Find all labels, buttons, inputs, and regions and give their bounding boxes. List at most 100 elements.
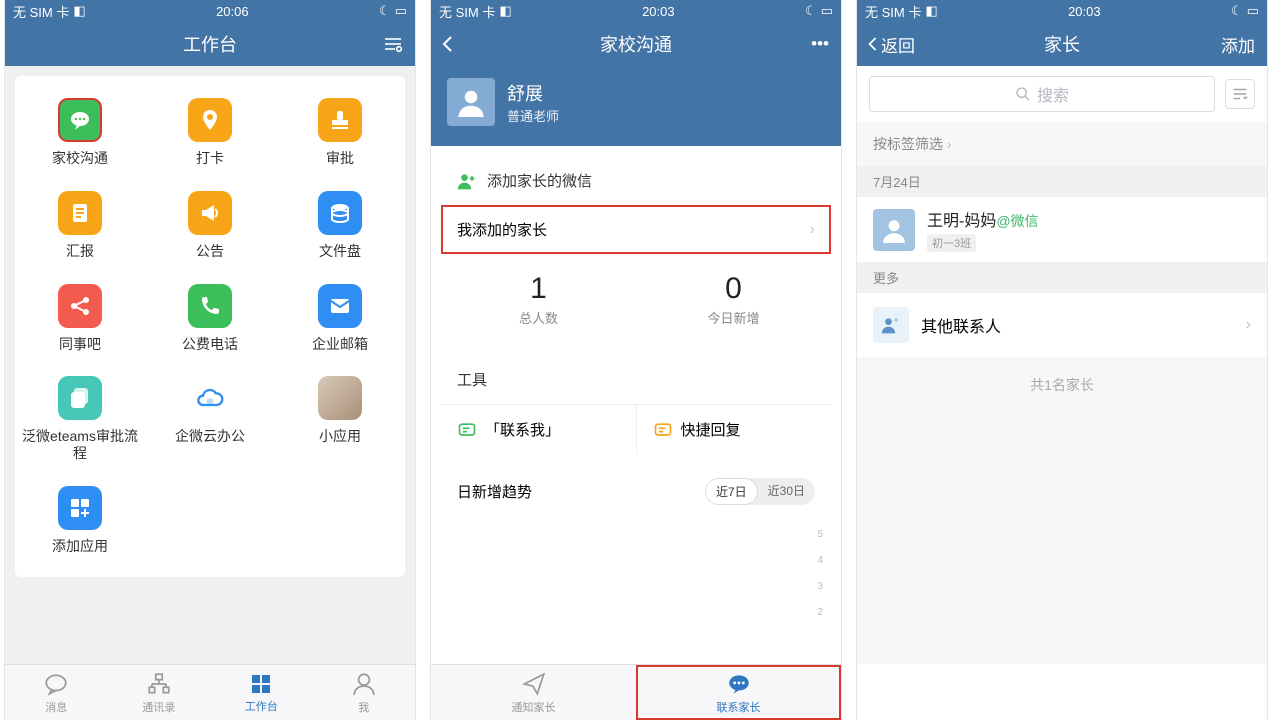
- sort-icon[interactable]: [1225, 79, 1255, 109]
- copy-icon: [58, 376, 102, 420]
- status-time: 20:03: [642, 4, 675, 19]
- filter-by-tag-row[interactable]: 按标签筛选 ›: [857, 122, 1267, 166]
- nav-bar: 家校沟通 •••: [431, 22, 841, 66]
- app-label: 同事吧: [59, 336, 101, 353]
- trend-header: 日新增趋势 近7日近30日: [441, 464, 831, 519]
- stat-总人数: 1总人数: [441, 272, 636, 327]
- app-share[interactable]: 同事吧: [15, 272, 145, 365]
- app-disk[interactable]: 文件盘: [275, 179, 405, 272]
- seg-近30日[interactable]: 近30日: [758, 478, 815, 505]
- tool-icon: [457, 420, 477, 440]
- img-icon: [318, 376, 362, 420]
- user-icon: [351, 671, 377, 697]
- app-pin[interactable]: 打卡: [145, 86, 275, 179]
- phone-icon: [188, 284, 232, 328]
- app-stamp[interactable]: 审批: [275, 86, 405, 179]
- chevron-right-icon: ›: [810, 221, 815, 239]
- tab-通知家长[interactable]: 通知家长: [431, 665, 636, 720]
- bottom-tabs: 通知家长联系家长: [431, 664, 841, 720]
- stat-今日新增: 0今日新增: [636, 272, 831, 327]
- back-button[interactable]: [441, 34, 455, 54]
- wifi-icon: ◧: [499, 3, 511, 19]
- tab-联系家长[interactable]: 联系家长: [636, 665, 841, 720]
- total-count: 共1名家长: [857, 357, 1267, 413]
- disk-icon: [318, 191, 362, 235]
- tools-header: 工具: [441, 355, 831, 404]
- add-button[interactable]: 添加: [1221, 32, 1255, 57]
- range-segment: 近7日近30日: [705, 478, 815, 505]
- app-horn[interactable]: 公告: [145, 179, 275, 272]
- my-added-parents-row[interactable]: 我添加的家长 ›: [441, 205, 831, 254]
- pin-icon: [188, 98, 232, 142]
- status-bar: 无 SIM 卡◧ 20:06 ☾▭: [5, 0, 415, 22]
- app-phone[interactable]: 公费电话: [145, 272, 275, 365]
- app-add[interactable]: 添加应用: [15, 474, 145, 567]
- app-mail[interactable]: 企业邮箱: [275, 272, 405, 365]
- tab-消息[interactable]: 消息: [5, 665, 108, 720]
- wechat-tag: @微信: [996, 213, 1038, 229]
- back-button[interactable]: 返回: [867, 32, 915, 57]
- date-group-header: 7月24日: [857, 166, 1267, 197]
- other-contacts-row[interactable]: 其他联系人 ›: [857, 293, 1267, 357]
- screen-parents: 无 SIM 卡◧ 20:03 ☾▭ 返回 家长 添加 搜索 按标签筛选 › 7月…: [856, 0, 1268, 720]
- stamp-icon: [318, 98, 362, 142]
- add-user-icon: [457, 171, 477, 191]
- battery-icon: ▭: [1247, 3, 1259, 19]
- app-img[interactable]: 小应用: [275, 364, 405, 474]
- wifi-icon: ◧: [925, 3, 937, 19]
- more-group-header: 更多: [857, 262, 1267, 293]
- tab-通讯录[interactable]: 通讯录: [108, 665, 211, 720]
- trend-chart: 5432: [441, 519, 831, 639]
- tab-我[interactable]: 我: [313, 665, 416, 720]
- moon-icon: ☾: [1231, 3, 1243, 19]
- app-chat[interactable]: 家校沟通: [15, 86, 145, 179]
- page-title: 家校沟通: [600, 31, 672, 57]
- app-label: 审批: [326, 150, 354, 167]
- tab-bar: 消息通讯录工作台我: [5, 664, 415, 720]
- nav-bar: 工作台: [5, 22, 415, 66]
- workbench-body: 家校沟通打卡 审批汇报公告文件盘同事吧 公费电话 企业邮箱泛微eteams审批流程企微…: [5, 66, 415, 664]
- contact-class: 初一3班: [927, 234, 976, 252]
- profile-header: 舒展 普通老师: [431, 66, 841, 146]
- moon-icon: ☾: [805, 3, 817, 19]
- tool-0[interactable]: 「联系我」: [441, 405, 636, 454]
- chat-f-icon: [726, 671, 752, 697]
- stats-row: 1总人数0今日新增: [441, 254, 831, 345]
- seg-近7日[interactable]: 近7日: [705, 478, 758, 505]
- app-label: 打卡: [196, 150, 224, 167]
- send-icon: [521, 671, 547, 697]
- app-label: 小应用: [319, 428, 361, 445]
- page-title: 家长: [1044, 31, 1080, 57]
- app-label: 公费电话: [182, 336, 238, 353]
- settings-icon[interactable]: [383, 34, 403, 54]
- chat-o-icon: [43, 671, 69, 697]
- screen-workbench: 无 SIM 卡◧ 20:06 ☾▭ 工作台 家校沟通打卡 审批汇报公告文件盘同事吧…: [4, 0, 416, 720]
- app-cloud[interactable]: 企微云办公: [145, 364, 275, 474]
- cloud-icon: [188, 376, 232, 420]
- search-row: 搜索: [857, 66, 1267, 122]
- org-icon: [146, 671, 172, 697]
- tool-icon: [653, 420, 673, 440]
- tool-1[interactable]: 快捷回复: [636, 405, 832, 454]
- battery-icon: ▭: [821, 3, 833, 19]
- screen-school-comm: 无 SIM 卡◧ 20:03 ☾▭ 家校沟通 ••• 舒展 普通老师 添加家长的…: [430, 0, 842, 720]
- search-input[interactable]: 搜索: [869, 76, 1215, 112]
- app-label: 企业邮箱: [312, 336, 368, 353]
- status-time: 20:06: [216, 4, 249, 19]
- add-parent-wechat-row[interactable]: 添加家长的微信: [441, 156, 831, 205]
- app-doc[interactable]: 汇报: [15, 179, 145, 272]
- horn-icon: [188, 191, 232, 235]
- avatar: [873, 209, 915, 251]
- tab-工作台[interactable]: 工作台: [210, 665, 313, 720]
- avatar: [447, 78, 495, 126]
- doc-icon: [58, 191, 102, 235]
- chat-icon: [58, 98, 102, 142]
- status-bar: 无 SIM 卡◧ 20:03 ☾▭: [431, 0, 841, 22]
- more-icon[interactable]: •••: [811, 34, 829, 54]
- grid-icon: [249, 672, 273, 696]
- contact-name: 王明-妈妈: [927, 213, 996, 230]
- app-copy[interactable]: 泛微eteams审批流程: [15, 364, 145, 474]
- contact-row[interactable]: 王明-妈妈@微信 初一3班: [857, 197, 1267, 262]
- tools-row: 「联系我」快捷回复: [441, 404, 831, 454]
- page-title: 工作台: [183, 31, 237, 57]
